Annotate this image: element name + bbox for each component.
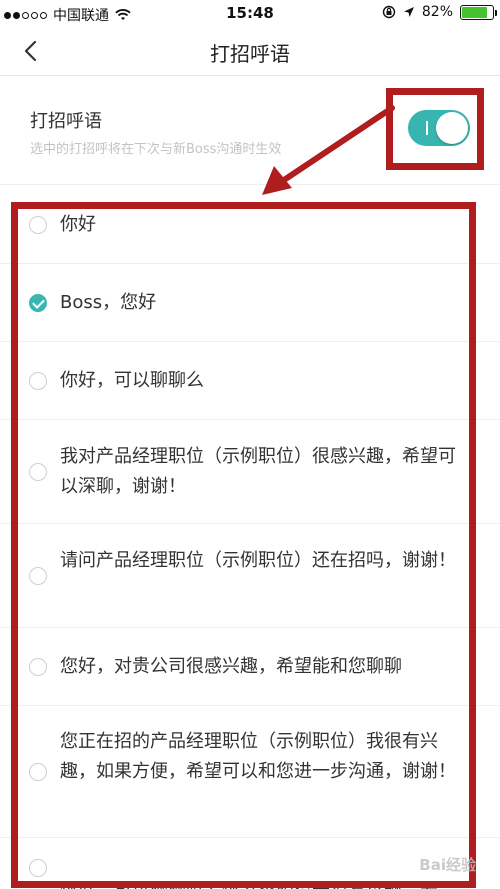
- battery-icon: [460, 4, 497, 20]
- nav-bar: 打招呼语: [0, 26, 500, 76]
- greeting-setting-label: 打招呼语: [30, 111, 102, 132]
- watermark: Bai经验: [419, 856, 476, 874]
- page-title: 打招呼语: [210, 42, 290, 66]
- greeting-setting-hint: 选中的打招呼将在下次与新Boss沟通时生效: [30, 142, 282, 157]
- battery-percent: 82%: [421, 4, 453, 20]
- location-icon: [403, 7, 414, 17]
- annotation-frame-list: [11, 202, 476, 888]
- status-bar: 中国联通 15:48 82%: [0, 0, 500, 26]
- battery-level-fill: [462, 6, 487, 18]
- status-right: 82%: [382, 4, 497, 20]
- orientation-lock-icon: [382, 5, 396, 19]
- annotation-frame-toggle: [386, 88, 484, 170]
